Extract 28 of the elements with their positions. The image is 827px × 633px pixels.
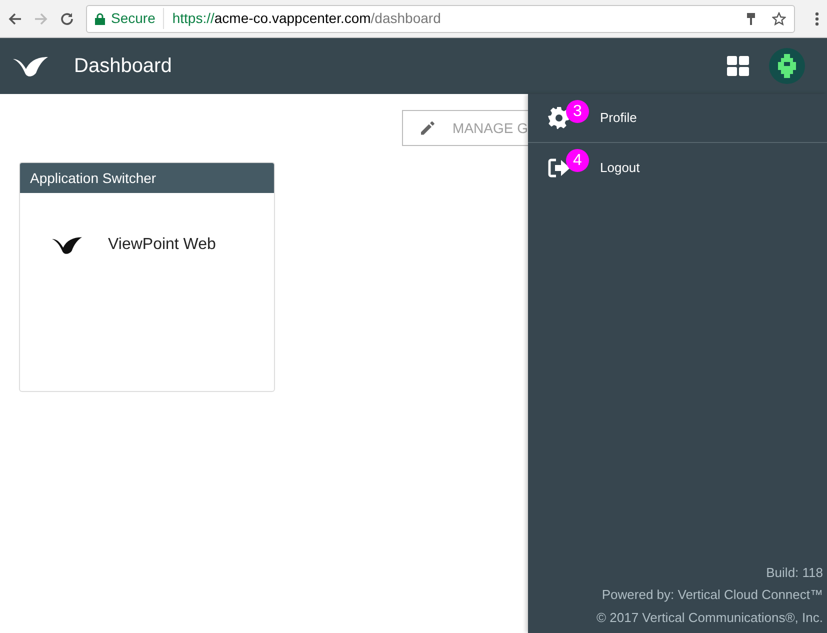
callout-badge: 3 [566, 100, 589, 123]
key-icon[interactable] [746, 12, 756, 26]
logout-icon [548, 158, 570, 178]
logo-icon[interactable] [13, 55, 48, 77]
back-icon[interactable] [8, 12, 22, 26]
avatar-icon[interactable] [769, 48, 805, 84]
page-title: Dashboard [74, 54, 172, 79]
widget-title: Application Switcher [30, 168, 156, 188]
apps-grid-icon[interactable] [727, 56, 749, 76]
footer-text: Powered by: Vertical Cloud Connect™ [602, 586, 823, 604]
callout-badge: 4 [566, 149, 589, 172]
app-link[interactable]: ViewPoint Web [108, 233, 216, 257]
secure-label: Secure [111, 8, 164, 29]
app-logo-icon[interactable] [52, 235, 82, 255]
url-text: https://acme-co.vappcenter.com/dashboard [172, 9, 441, 28]
menu-label: Logout [600, 158, 640, 177]
star-icon[interactable] [772, 12, 786, 26]
menu-row[interactable]: 4 Logout [528, 143, 827, 192]
address-bar[interactable]: Secure https://acme-co.vappcenter.com/dashboard [86, 4, 795, 32]
settings-icon [548, 107, 570, 129]
menu-label: Profile [600, 109, 637, 128]
footer-text: © 2017 Vertical Communications®, Inc. [596, 608, 823, 626]
footer-text: Build: 118 [766, 564, 823, 582]
reload-icon[interactable] [60, 12, 74, 26]
menu-row[interactable]: 3 Profile [528, 94, 827, 143]
more-icon[interactable] [815, 12, 819, 26]
pencil-icon [421, 119, 435, 137]
lock-icon [95, 12, 105, 24]
